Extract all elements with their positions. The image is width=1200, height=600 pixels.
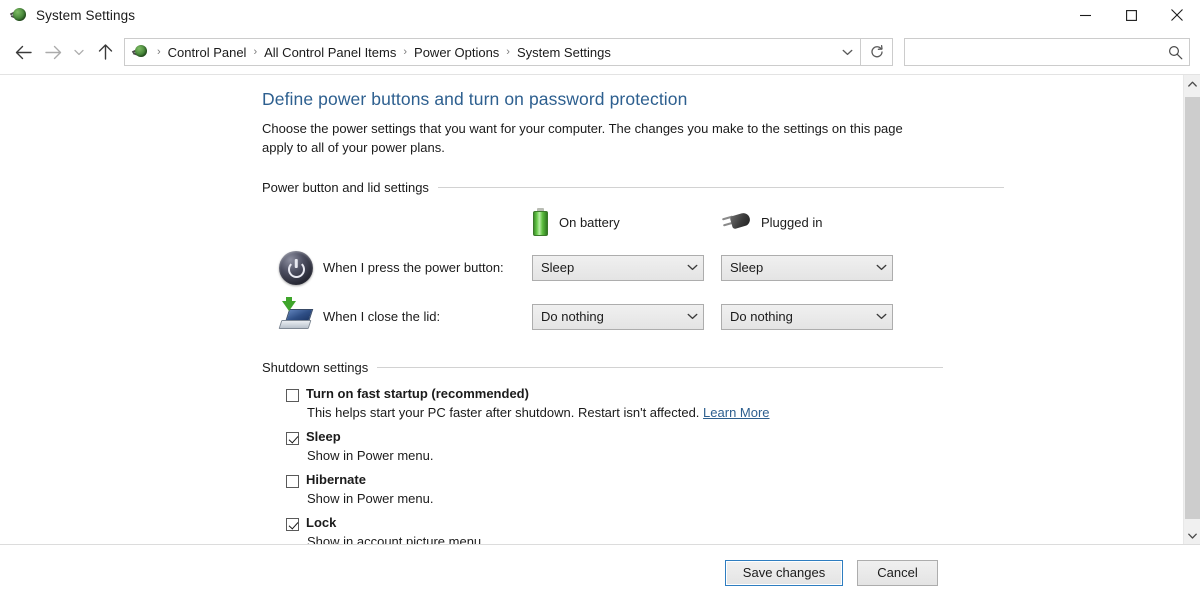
setting-label-close-lid: When I close the lid: [323, 309, 441, 324]
search-input[interactable] [905, 44, 1161, 60]
section-divider [437, 187, 1004, 188]
cancel-button[interactable]: Cancel [857, 559, 938, 586]
power-button-icon [277, 249, 315, 287]
chevron-down-icon [681, 313, 703, 320]
dropdown-power-button-plugged-in[interactable]: Sleep [721, 254, 893, 281]
section-divider [377, 367, 944, 368]
chevron-down-icon [870, 264, 892, 271]
breadcrumb-item-power-options[interactable]: Power Options [410, 43, 503, 62]
chevron-down-icon [870, 313, 892, 320]
forward-arrow-icon[interactable] [38, 37, 68, 67]
minimize-icon[interactable] [1062, 0, 1108, 30]
battery-icon [532, 208, 549, 236]
breadcrumb-separator: › [157, 46, 161, 58]
dialog-footer: Save changes Cancel [0, 544, 1200, 600]
power-section-header: Power button and lid settings [262, 180, 1163, 195]
breadcrumb-separator: › [253, 46, 258, 58]
power-section-heading: Power button and lid settings [262, 180, 429, 195]
laptop-lid-icon [277, 296, 315, 336]
dropdown-power-button-on-battery[interactable]: Sleep [532, 254, 704, 281]
power-options-icon [9, 6, 28, 24]
setting-row-close-lid: When I close the lid: Do nothing Do noth… [262, 292, 1163, 341]
description-text: This helps start your PC faster after sh… [307, 405, 700, 420]
breadcrumb-item-control-panel[interactable]: Control Panel [164, 43, 251, 62]
window-title: System Settings [36, 7, 136, 23]
scroll-down-icon[interactable] [1184, 527, 1200, 545]
setting-row-power-button: When I press the power button: Sleep Sle… [262, 243, 1163, 292]
recent-locations-chevron-icon[interactable] [68, 37, 90, 67]
dropdown-value: Sleep [730, 260, 764, 275]
checkbox-row-lock[interactable]: Lock [262, 515, 1163, 531]
checkbox-row-sleep[interactable]: Sleep [262, 429, 1163, 445]
navigation-bar: › Control Panel › All Control Panel Item… [0, 30, 1200, 74]
checkbox-label-lock: Lock [306, 515, 337, 530]
shutdown-section-header: Shutdown settings [262, 360, 1163, 375]
address-bar[interactable]: › Control Panel › All Control Panel Item… [124, 38, 861, 66]
scrollbar-thumb[interactable] [1185, 97, 1200, 519]
column-label-plugged-in: Plugged in [761, 214, 823, 230]
power-plug-icon [721, 211, 752, 233]
column-label-on-battery: On battery [559, 214, 620, 230]
maximize-icon[interactable] [1108, 0, 1154, 30]
checkbox-description-hibernate: Show in Power menu. [307, 491, 434, 506]
dropdown-value: Do nothing [541, 309, 604, 324]
checkbox-label-hibernate: Hibernate [306, 472, 366, 487]
dropdown-close-lid-on-battery[interactable]: Do nothing [532, 303, 704, 330]
chevron-down-icon [681, 264, 703, 271]
checkbox-sleep[interactable] [286, 432, 299, 445]
checkbox-row-fast-startup[interactable]: Turn on fast startup (recommended) [262, 386, 1163, 402]
search-icon[interactable] [1161, 45, 1189, 60]
breadcrumb: › Control Panel › All Control Panel Item… [154, 43, 834, 62]
content-area: Define power buttons and turn on passwor… [0, 74, 1200, 600]
learn-more-link[interactable]: Learn More [703, 405, 769, 420]
checkbox-row-hibernate[interactable]: Hibernate [262, 472, 1163, 488]
refresh-icon[interactable] [861, 38, 893, 66]
column-on-battery: On battery [532, 208, 721, 236]
close-icon[interactable] [1154, 0, 1200, 30]
breadcrumb-separator: › [403, 46, 408, 58]
page-description: Choose the power settings that you want … [262, 121, 903, 155]
checkbox-lock[interactable] [286, 518, 299, 531]
shutdown-section-heading: Shutdown settings [262, 360, 369, 375]
checkbox-label-fast-startup: Turn on fast startup (recommended) [306, 386, 529, 401]
page-title: Define power buttons and turn on passwor… [262, 89, 688, 109]
scroll-up-icon[interactable] [1184, 75, 1200, 93]
breadcrumb-item-all-control-panel-items[interactable]: All Control Panel Items [260, 43, 400, 62]
vertical-scrollbar[interactable] [1183, 75, 1200, 545]
breadcrumb-item-system-settings[interactable]: System Settings [513, 43, 615, 62]
address-dropdown-chevron-icon[interactable] [834, 39, 860, 65]
setting-label-power-button: When I press the power button: [323, 260, 504, 275]
column-plugged-in: Plugged in [721, 211, 910, 233]
window-controls [1062, 0, 1200, 30]
checkbox-label-sleep: Sleep [306, 429, 341, 444]
dropdown-value: Do nothing [730, 309, 793, 324]
dropdown-value: Sleep [541, 260, 575, 275]
power-column-headers: On battery Plugged in [262, 201, 1163, 243]
back-arrow-icon[interactable] [8, 37, 38, 67]
checkbox-description-sleep: Show in Power menu. [307, 448, 434, 463]
checkbox-description-fast-startup: This helps start your PC faster after sh… [262, 404, 1163, 421]
breadcrumb-separator: › [506, 46, 510, 58]
dropdown-close-lid-plugged-in[interactable]: Do nothing [721, 303, 893, 330]
checkbox-fast-startup[interactable] [286, 389, 299, 402]
title-bar: System Settings [0, 0, 1200, 30]
save-changes-button[interactable]: Save changes [725, 559, 843, 586]
up-arrow-icon[interactable] [90, 37, 120, 67]
search-box[interactable] [904, 38, 1190, 66]
settings-scroll-region: Define power buttons and turn on passwor… [0, 75, 1183, 545]
checkbox-hibernate[interactable] [286, 475, 299, 488]
address-bar-icon [131, 44, 149, 60]
